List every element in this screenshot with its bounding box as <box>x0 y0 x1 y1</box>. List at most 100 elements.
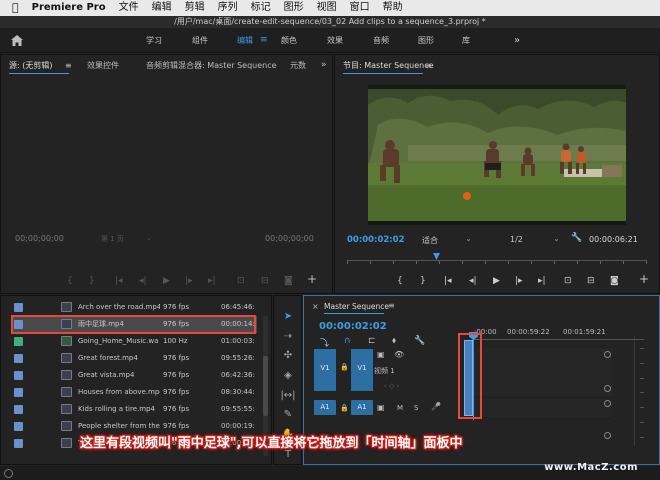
timeline-close-button[interactable]: × <box>312 302 319 311</box>
menu-markers[interactable]: 标记 <box>251 0 271 16</box>
menu-window[interactable]: 窗口 <box>350 0 370 16</box>
resolution-dropdown[interactable]: 1/2 <box>510 235 523 244</box>
fit-dropdown[interactable]: 适合 <box>422 235 438 246</box>
source-a1-label[interactable]: A1 <box>314 400 336 415</box>
status-indicator-icon[interactable] <box>4 469 13 478</box>
workspace-menu-icon[interactable]: ≡ <box>260 28 268 53</box>
menu-edit[interactable]: 编辑 <box>152 0 172 16</box>
source-v1-label[interactable]: V1 <box>314 362 336 374</box>
step-forward-icon[interactable]: |▸ <box>185 276 193 286</box>
keyframe-nav-icon[interactable]: ‹ ◇ › <box>384 382 399 390</box>
program-panel-menu-icon[interactable]: ≡ <box>425 60 432 72</box>
home-icon[interactable] <box>10 34 24 47</box>
insert-icon[interactable]: ⊡ <box>237 276 245 286</box>
time-ruler[interactable] <box>472 339 644 340</box>
add-button-icon[interactable]: + <box>307 273 317 285</box>
mark-in-icon[interactable]: { <box>397 276 403 286</box>
program-playhead[interactable] <box>433 253 440 260</box>
mark-in-icon[interactable]: { <box>67 276 73 286</box>
timeline-menu-icon[interactable]: ≡ <box>388 301 395 310</box>
timeline-timecode[interactable]: 00:00:02:02 <box>319 321 387 332</box>
label-color-swatch[interactable] <box>14 422 23 431</box>
project-clip-row[interactable]: Kids rolling a tire.mp4 976 fps 09:55:55: <box>11 401 257 418</box>
play-icon[interactable]: ▶ <box>493 276 500 286</box>
timeline-settings-icon[interactable]: 🔧 <box>414 336 425 346</box>
chevron-down-icon[interactable]: ⌄ <box>553 234 560 243</box>
track-select-tool-icon[interactable]: ⇢ <box>279 328 297 346</box>
vertical-scroll-handle[interactable] <box>604 385 611 392</box>
ripple-edit-tool-icon[interactable]: ✣ <box>279 347 297 365</box>
wrench-icon[interactable]: 🔧 <box>571 233 582 243</box>
snap-icon[interactable]: ∩ <box>344 336 351 346</box>
lock-icon[interactable]: 🔒 <box>340 363 349 371</box>
sync-lock-icon[interactable]: ▣ <box>377 403 385 412</box>
tab-metadata[interactable]: 元数 <box>290 60 306 72</box>
workspace-more-button[interactable]: » <box>514 28 520 53</box>
workspace-tab-learning[interactable]: 学习 <box>146 28 162 53</box>
tab-audio-clip-mixer[interactable]: 音频剪辑混合器: Master Sequence <box>146 60 277 72</box>
source-panel-menu-icon[interactable]: ≡ <box>65 60 72 72</box>
menu-view[interactable]: 视图 <box>317 0 337 16</box>
video-track-area[interactable] <box>472 348 612 396</box>
workspace-tab-effects[interactable]: 效果 <box>327 28 343 53</box>
add-marker-icon[interactable]: ⬧ <box>392 336 396 346</box>
go-to-in-icon[interactable]: |◂ <box>444 276 452 286</box>
export-frame-icon[interactable]: ◙ <box>610 276 619 286</box>
label-color-swatch[interactable] <box>14 337 23 346</box>
razor-tool-icon[interactable]: ◈ <box>279 367 297 385</box>
lock-icon[interactable]: 🔒 <box>340 404 349 412</box>
menu-app-name[interactable]: Premiere Pro <box>32 0 106 16</box>
mark-out-icon[interactable]: } <box>89 276 95 286</box>
vertical-scroll-handle[interactable] <box>604 351 611 358</box>
workspace-tab-graphics[interactable]: 图形 <box>418 28 434 53</box>
menu-help[interactable]: 帮助 <box>383 0 403 16</box>
overwrite-icon[interactable]: ⊟ <box>261 276 269 286</box>
solo-button[interactable]: S <box>414 404 418 412</box>
step-back-icon[interactable]: ◂| <box>469 276 477 286</box>
go-to-out-icon[interactable]: ▸| <box>538 276 546 286</box>
workspace-tab-color[interactable]: 颜色 <box>281 28 297 53</box>
workspace-tab-audio[interactable]: 音频 <box>373 28 389 53</box>
go-to-in-icon[interactable]: |◂ <box>115 276 123 286</box>
mute-button[interactable]: M <box>397 404 403 412</box>
vertical-scroll-handle[interactable] <box>604 400 611 407</box>
tab-program[interactable]: 节目: Master Sequence <box>343 60 434 72</box>
menu-sequence[interactable]: 序列 <box>218 0 238 16</box>
insert-overwrite-icon[interactable]: ⤵ <box>320 336 329 349</box>
slip-tool-icon[interactable]: |↔| <box>279 387 297 405</box>
target-a1-label[interactable]: A1 <box>351 400 373 415</box>
label-color-swatch[interactable] <box>14 371 23 380</box>
pen-tool-icon[interactable]: ✎ <box>279 406 297 424</box>
export-frame-icon[interactable]: ◙ <box>284 276 293 286</box>
tab-source[interactable]: 源: (无剪辑) <box>9 60 52 72</box>
eye-icon[interactable]: 👁 <box>394 350 404 359</box>
extract-icon[interactable]: ⊟ <box>587 276 595 286</box>
lift-icon[interactable]: ⊡ <box>564 276 572 286</box>
project-clip-row[interactable]: Great forest.mp4 976 fps 09:55:26: <box>11 350 257 367</box>
chevron-down-icon[interactable]: ⌄ <box>146 234 152 242</box>
project-clip-row[interactable]: Great vista.mp4 976 fps 06:42:36: <box>11 367 257 384</box>
menu-clip[interactable]: 剪辑 <box>185 0 205 16</box>
sync-lock-icon[interactable]: ▣ <box>377 350 385 359</box>
mark-out-icon[interactable]: } <box>420 276 426 286</box>
step-forward-icon[interactable]: |▸ <box>515 276 523 286</box>
source-more-button[interactable]: » <box>321 59 327 71</box>
project-clip-row[interactable]: Houses from above.mp4 976 fps 08:30:44: <box>11 384 257 401</box>
target-v1-label[interactable]: V1 <box>351 362 373 374</box>
microphone-icon[interactable]: 🎤 <box>431 402 441 411</box>
project-clip-row[interactable]: Arch over the road.mp4 976 fps 06:45:46: <box>11 299 257 316</box>
apple-icon[interactable]:  <box>12 0 19 16</box>
label-color-swatch[interactable] <box>14 303 23 312</box>
go-to-out-icon[interactable]: ▸| <box>208 276 216 286</box>
workspace-tab-libraries[interactable]: 库 <box>462 28 470 53</box>
label-color-swatch[interactable] <box>14 405 23 414</box>
play-icon[interactable]: ▶ <box>163 276 170 286</box>
menu-graphics[interactable]: 图形 <box>284 0 304 16</box>
step-back-icon[interactable]: ◂| <box>139 276 147 286</box>
label-color-swatch[interactable] <box>14 354 23 363</box>
chevron-down-icon[interactable]: ⌄ <box>465 234 472 243</box>
linked-selection-icon[interactable]: ⊏ <box>368 336 376 346</box>
selection-tool-icon[interactable]: ➤ <box>279 308 297 326</box>
program-playhead-timecode[interactable]: 00:00:02:02 <box>347 235 405 245</box>
label-color-swatch[interactable] <box>14 388 23 397</box>
